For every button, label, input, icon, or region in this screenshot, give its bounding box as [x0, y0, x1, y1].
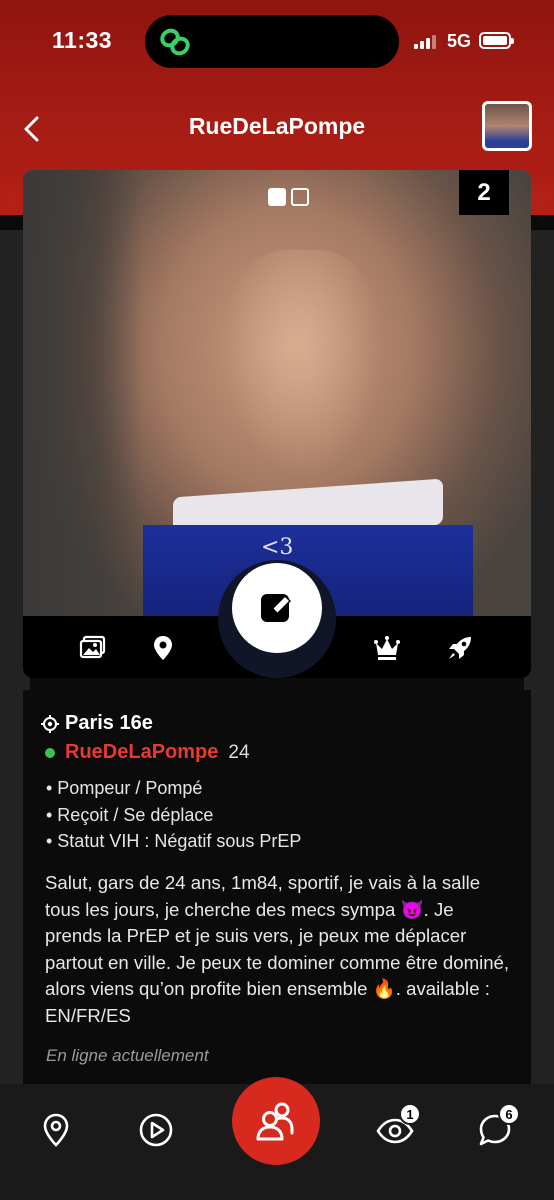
edit-button[interactable]: [232, 563, 322, 653]
avatar[interactable]: [482, 101, 532, 151]
battery-icon: [479, 32, 514, 49]
people-button[interactable]: [232, 1077, 320, 1165]
profile-bio: Salut, gars de 24 ans, 1m84, sportif, je…: [45, 872, 510, 1026]
detail-item: • Pompeur / Pompé: [46, 778, 203, 798]
photo-torso: [223, 250, 383, 480]
location-pin-icon[interactable]: [148, 633, 178, 663]
link-icon: [160, 28, 190, 56]
views-badge: 1: [399, 1103, 421, 1125]
detail-item: • Reçoit / Se déplace: [46, 804, 214, 825]
people-icon: [256, 1102, 294, 1141]
crown-icon[interactable]: [372, 633, 402, 663]
location-line: Paris 16e: [40, 712, 153, 735]
photos-icon[interactable]: [78, 633, 108, 663]
play-icon[interactable]: [138, 1112, 174, 1148]
network-type: 5G: [447, 31, 472, 51]
dynamic-island: [145, 15, 399, 68]
messages-badge: 6: [498, 1103, 520, 1125]
signal-icon: [414, 35, 440, 49]
pagination-dot[interactable]: [291, 188, 309, 206]
map-pin-icon[interactable]: [38, 1112, 74, 1148]
rocket-icon[interactable]: [445, 633, 475, 663]
location-label: Paris 16e: [65, 712, 153, 734]
photo-overlay-text: <3: [261, 535, 294, 560]
photo-pagination[interactable]: [268, 188, 309, 206]
online-status-dot: [45, 747, 55, 758]
profile-age: 24: [228, 741, 250, 763]
profile-details: • Pompeur / Pompé • Reçoit / Se déplace …: [46, 775, 301, 855]
online-status-text: En ligne actuellement: [46, 1046, 209, 1065]
crosshair-icon: [41, 714, 59, 733]
edit-icon: [261, 594, 292, 622]
status-time: 11:33: [52, 27, 113, 53]
photo-count-badge: 2: [459, 170, 509, 215]
profile-name: RueDeLaPompe: [65, 741, 219, 763]
name-line: RueDeLaPompe 24: [45, 741, 250, 764]
page-title: RueDeLaPompe: [188, 113, 366, 139]
profile-photo[interactable]: <3 2: [23, 170, 531, 616]
photo-background: [23, 170, 143, 616]
detail-item: • Statut VIH : Négatif sous PrEP: [46, 831, 302, 851]
pagination-dot-active[interactable]: [268, 188, 286, 206]
